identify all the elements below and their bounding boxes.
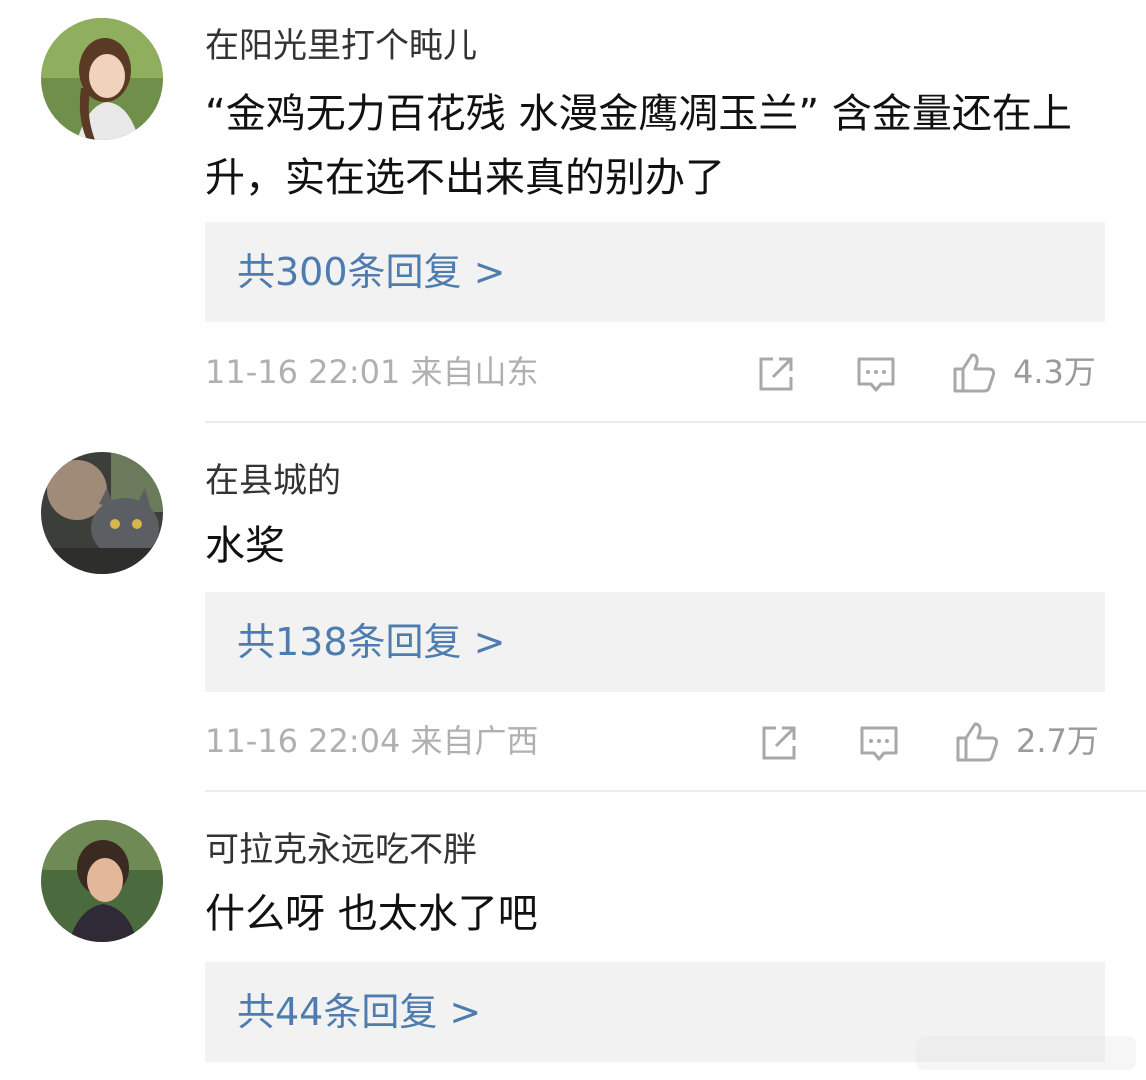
like-count: 4.3万 [1013,353,1096,391]
replies-button[interactable]: 共300条回复 > [205,222,1105,322]
comment-icon[interactable] [853,351,899,397]
avatar[interactable] [41,18,163,140]
comment-icon[interactable] [856,720,902,766]
avatar-cat-photo-icon [41,452,163,574]
avatar-person-photo-icon [41,820,163,942]
watermark-icon [916,1036,1136,1070]
like-count: 2.7万 [1016,722,1099,760]
comment-username[interactable]: 在县城的 [205,459,341,503]
comment-username[interactable]: 在阳光里打个盹儿 [205,24,477,68]
avatar[interactable] [41,820,163,942]
replies-button[interactable]: 共138条回复 > [205,592,1105,692]
comment-meta: 11-16 22:01 来自山东 [205,353,539,391]
avatar-woman-photo-icon [41,18,163,140]
like-icon[interactable] [954,718,1000,764]
replies-label: 共44条回复 > [237,990,482,1034]
comment-meta: 11-16 22:04 来自广西 [205,722,539,760]
like-icon[interactable] [951,349,997,395]
share-icon[interactable] [753,351,799,397]
comment-text: 什么呀 也太水了吧 [205,891,538,937]
comment-item: 在阳光里打个盹儿 “金鸡无力百花残 水漫金鹰凋玉兰” 含金量还在上升，实在选不出… [0,0,1146,424]
replies-label: 共300条回复 > [237,250,506,294]
comment-text: “金鸡无力百花残 水漫金鹰凋玉兰” 含金量还在上升，实在选不出来真的别办了 [205,91,1072,201]
comment-text: 水奖 [205,523,285,569]
share-icon[interactable] [756,720,802,766]
avatar[interactable] [41,452,163,574]
comment-username[interactable]: 可拉克永远吃不胖 [205,828,477,872]
replies-label: 共138条回复 > [237,620,506,664]
divider [205,421,1146,423]
comment-item: 在县城的 水奖 共138条回复 > 11-16 22:04 来自广西 2.7万 [0,424,1146,792]
